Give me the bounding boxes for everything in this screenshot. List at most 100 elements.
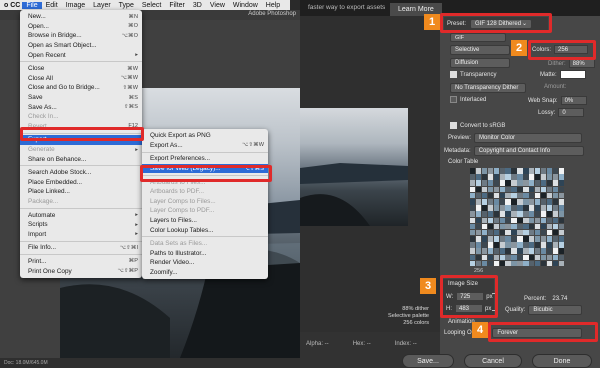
color-swatch[interactable] bbox=[523, 192, 529, 199]
color-swatch[interactable] bbox=[552, 192, 559, 199]
color-swatch[interactable] bbox=[481, 205, 488, 211]
color-swatch[interactable] bbox=[487, 205, 494, 211]
color-swatch[interactable] bbox=[552, 242, 559, 248]
color-swatch[interactable] bbox=[517, 198, 523, 205]
color-swatch[interactable] bbox=[475, 168, 482, 174]
color-swatch[interactable] bbox=[523, 168, 529, 174]
menu-edit[interactable]: Edit bbox=[42, 2, 62, 9]
color-swatch[interactable] bbox=[529, 180, 535, 186]
color-swatch[interactable] bbox=[558, 180, 564, 186]
color-swatch[interactable] bbox=[523, 205, 529, 211]
color-swatch[interactable] bbox=[546, 217, 553, 224]
color-swatch[interactable] bbox=[493, 254, 499, 261]
color-swatch[interactable] bbox=[475, 242, 482, 248]
color-swatch[interactable] bbox=[535, 248, 541, 255]
color-swatch[interactable] bbox=[481, 229, 488, 236]
color-swatch[interactable] bbox=[535, 174, 541, 180]
color-swatch[interactable] bbox=[558, 205, 564, 211]
menu-select[interactable]: Select bbox=[138, 2, 165, 9]
color-swatch[interactable] bbox=[529, 236, 535, 242]
color-swatch[interactable] bbox=[487, 211, 494, 217]
menu-item-file-info[interactable]: File Info... ⌥⇧⌘I bbox=[20, 243, 142, 253]
color-swatch[interactable] bbox=[546, 211, 553, 217]
color-swatch[interactable] bbox=[475, 186, 482, 193]
color-swatch[interactable] bbox=[499, 217, 505, 224]
color-swatch[interactable] bbox=[481, 211, 488, 217]
format-dropdown[interactable]: GIF bbox=[450, 33, 506, 42]
color-swatch[interactable] bbox=[505, 186, 511, 193]
color-swatch[interactable] bbox=[540, 236, 547, 242]
color-swatch[interactable] bbox=[505, 198, 511, 205]
color-swatch[interactable] bbox=[540, 260, 547, 267]
color-swatch[interactable] bbox=[505, 192, 511, 199]
color-swatch[interactable] bbox=[540, 205, 547, 211]
lossy-field[interactable]: 0 bbox=[558, 108, 585, 117]
color-swatch[interactable] bbox=[529, 217, 535, 224]
color-swatch[interactable] bbox=[470, 254, 476, 261]
color-swatch[interactable] bbox=[540, 242, 547, 248]
color-swatch[interactable] bbox=[546, 260, 553, 267]
color-swatch[interactable] bbox=[552, 180, 559, 186]
color-swatch[interactable] bbox=[505, 254, 511, 261]
color-swatch[interactable] bbox=[558, 168, 564, 174]
color-swatch[interactable] bbox=[535, 217, 541, 224]
color-swatch[interactable] bbox=[470, 211, 476, 217]
color-swatch[interactable] bbox=[511, 211, 517, 217]
save-button[interactable]: Save... bbox=[402, 354, 454, 368]
color-swatch[interactable] bbox=[511, 205, 517, 211]
color-swatch[interactable] bbox=[535, 236, 541, 242]
color-swatch[interactable] bbox=[511, 260, 517, 267]
color-swatch[interactable] bbox=[487, 254, 494, 261]
color-swatch[interactable] bbox=[470, 186, 476, 193]
color-swatch[interactable] bbox=[481, 186, 488, 193]
color-swatch[interactable] bbox=[487, 198, 494, 205]
color-swatch[interactable] bbox=[546, 168, 553, 174]
menu-item-search-adobe-stock[interactable]: Search Adobe Stock... bbox=[20, 168, 142, 178]
color-swatch[interactable] bbox=[487, 217, 494, 224]
color-swatch[interactable] bbox=[552, 223, 559, 230]
color-swatch[interactable] bbox=[552, 260, 559, 267]
color-swatch[interactable] bbox=[540, 186, 547, 193]
color-swatch[interactable] bbox=[470, 229, 476, 236]
color-swatch[interactable] bbox=[511, 168, 517, 174]
color-swatch[interactable] bbox=[505, 229, 511, 236]
metadata-dropdown[interactable]: Copyright and Contact Info bbox=[473, 146, 584, 156]
color-swatch[interactable] bbox=[487, 248, 494, 255]
color-swatch[interactable] bbox=[470, 223, 476, 230]
menu-item-layers-to-files[interactable]: Layers to Files... bbox=[142, 216, 268, 226]
color-swatch[interactable] bbox=[481, 174, 488, 180]
menu-item-export-preferences[interactable]: Export Preferences... bbox=[142, 154, 268, 164]
menu-item-close[interactable]: Close ⌘W bbox=[20, 64, 142, 74]
color-swatch[interactable] bbox=[511, 192, 517, 199]
color-swatch[interactable] bbox=[517, 217, 523, 224]
color-swatch[interactable] bbox=[540, 180, 547, 186]
color-swatch[interactable] bbox=[481, 260, 488, 267]
color-swatch[interactable] bbox=[475, 236, 482, 242]
color-swatch[interactable] bbox=[535, 254, 541, 261]
menu-item-zoomify[interactable]: Zoomify... bbox=[142, 268, 268, 278]
color-swatch[interactable] bbox=[535, 223, 541, 230]
color-swatch[interactable] bbox=[552, 254, 559, 261]
color-swatch[interactable] bbox=[470, 260, 476, 267]
color-swatch[interactable] bbox=[546, 174, 553, 180]
color-swatch[interactable] bbox=[493, 205, 499, 211]
menu-item-place-embedded[interactable]: Place Embedded... bbox=[20, 178, 142, 188]
color-swatch[interactable] bbox=[558, 229, 564, 236]
color-swatch[interactable] bbox=[558, 217, 564, 224]
color-swatch[interactable] bbox=[540, 174, 547, 180]
color-swatch[interactable] bbox=[499, 223, 505, 230]
color-swatch[interactable] bbox=[523, 254, 529, 261]
color-swatch[interactable] bbox=[523, 211, 529, 217]
color-swatch[interactable] bbox=[523, 198, 529, 205]
color-swatch[interactable] bbox=[535, 186, 541, 193]
color-swatch[interactable] bbox=[475, 198, 482, 205]
color-swatch[interactable] bbox=[505, 217, 511, 224]
color-swatch[interactable] bbox=[487, 186, 494, 193]
color-swatch[interactable] bbox=[481, 198, 488, 205]
color-swatch[interactable] bbox=[499, 168, 505, 174]
menu-item-export-as[interactable]: Export As... ⌥⇧⌘W bbox=[142, 141, 268, 151]
color-swatch[interactable] bbox=[529, 174, 535, 180]
color-swatch[interactable] bbox=[487, 229, 494, 236]
color-swatch[interactable] bbox=[487, 192, 494, 199]
color-swatch[interactable] bbox=[558, 242, 564, 248]
